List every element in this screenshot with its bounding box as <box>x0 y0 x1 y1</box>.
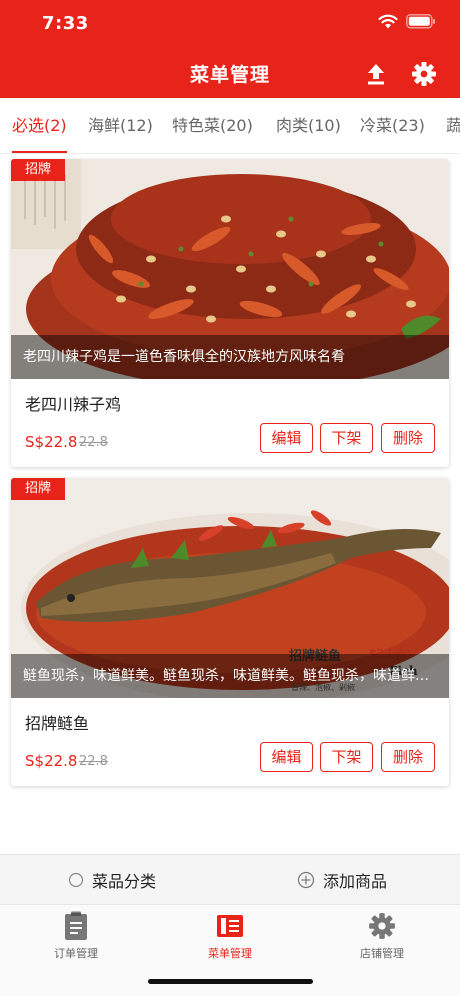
add-product-label: 添加商品 <box>323 872 388 891</box>
plus-circle-icon <box>297 871 315 889</box>
app-header: 7:33 菜单管理 <box>0 0 460 98</box>
dish-original-price: 22.8 <box>79 435 108 450</box>
dish-name: 老四川辣子鸡 <box>25 395 122 414</box>
bottom-action-bar: 菜品分类 添加商品 <box>0 854 460 904</box>
tabbar-item-orders[interactable]: 订单管理 <box>16 911 136 961</box>
wifi-icon <box>378 14 398 29</box>
active-tab-underline <box>12 151 67 153</box>
tab-required[interactable]: 必选(2) <box>12 98 67 153</box>
signature-badge: 招牌 <box>11 159 65 181</box>
dish-description: 鲢鱼现杀，味道鲜美。鲢鱼现杀，味道鲜美。鲢鱼现杀，味道鲜美。 <box>11 654 449 698</box>
tabbar-label: 店铺管理 <box>360 947 404 960</box>
dish-category-label: 菜品分类 <box>92 872 157 891</box>
signature-badge: 招牌 <box>11 478 65 500</box>
tab-meat[interactable]: 肉类(10) <box>276 98 341 153</box>
menu-book-icon <box>217 915 243 937</box>
status-time: 7:33 <box>42 13 89 34</box>
dish-name: 招牌鲢鱼 <box>25 714 90 733</box>
off-shelf-button[interactable]: 下架 <box>320 423 373 453</box>
dish-description: 老四川辣子鸡是一道色香味俱全的汉族地方风味名肴 <box>11 335 449 379</box>
page-title: 菜单管理 <box>189 64 270 86</box>
dish-original-price: 22.8 <box>79 754 108 769</box>
tab-specialty[interactable]: 特色菜(20) <box>172 98 253 153</box>
delete-button[interactable]: 删除 <box>381 423 435 453</box>
off-shelf-button[interactable]: 下架 <box>320 742 373 772</box>
add-product-button[interactable]: 添加商品 <box>297 855 387 905</box>
tab-cold-dishes[interactable]: 冷菜(23) <box>360 98 425 153</box>
dish-price: S$22.8 <box>25 752 78 770</box>
gear-icon <box>369 913 395 939</box>
edit-button[interactable]: 编辑 <box>260 742 313 772</box>
tabbar-label: 菜单管理 <box>208 947 252 960</box>
dish-photo: 招牌鲢鱼 $22.80 Fish 香辣、泡椒、剁椒 招牌 鲢鱼现杀，味道鲜美。鲢… <box>11 478 449 698</box>
upload-button[interactable] <box>362 60 390 88</box>
dish-photo: 招牌 老四川辣子鸡是一道色香味俱全的汉族地方风味名肴 <box>11 159 449 379</box>
category-tabs: 必选(2) 海鲜(12) 特色菜(20) 肉类(10) 冷菜(23) 蔬 <box>0 98 460 154</box>
home-indicator <box>148 979 313 984</box>
delete-button[interactable]: 删除 <box>381 742 435 772</box>
tabbar-item-menu[interactable]: 菜单管理 <box>170 911 290 961</box>
upload-icon <box>368 64 384 85</box>
dish-price: S$22.8 <box>25 433 78 451</box>
clipboard-icon <box>65 911 87 940</box>
battery-icon <box>406 14 436 29</box>
tabbar-label: 订单管理 <box>54 947 98 960</box>
dish-category-button[interactable]: 菜品分类 <box>68 855 156 905</box>
status-icons <box>378 14 436 29</box>
gear-icon <box>412 62 436 86</box>
settings-button[interactable] <box>410 60 438 88</box>
dish-card[interactable]: 招牌鲢鱼 $22.80 Fish 香辣、泡椒、剁椒 招牌 鲢鱼现杀，味道鲜美。鲢… <box>11 478 449 786</box>
tab-vegetables[interactable]: 蔬 <box>446 98 460 153</box>
tab-seafood[interactable]: 海鲜(12) <box>88 98 153 153</box>
edit-button[interactable]: 编辑 <box>260 423 313 453</box>
circle-icon <box>68 872 84 888</box>
tabbar-item-store[interactable]: 店铺管理 <box>322 911 442 961</box>
dish-card[interactable]: 招牌 老四川辣子鸡是一道色香味俱全的汉族地方风味名肴 老四川辣子鸡 S$22.8… <box>11 159 449 467</box>
